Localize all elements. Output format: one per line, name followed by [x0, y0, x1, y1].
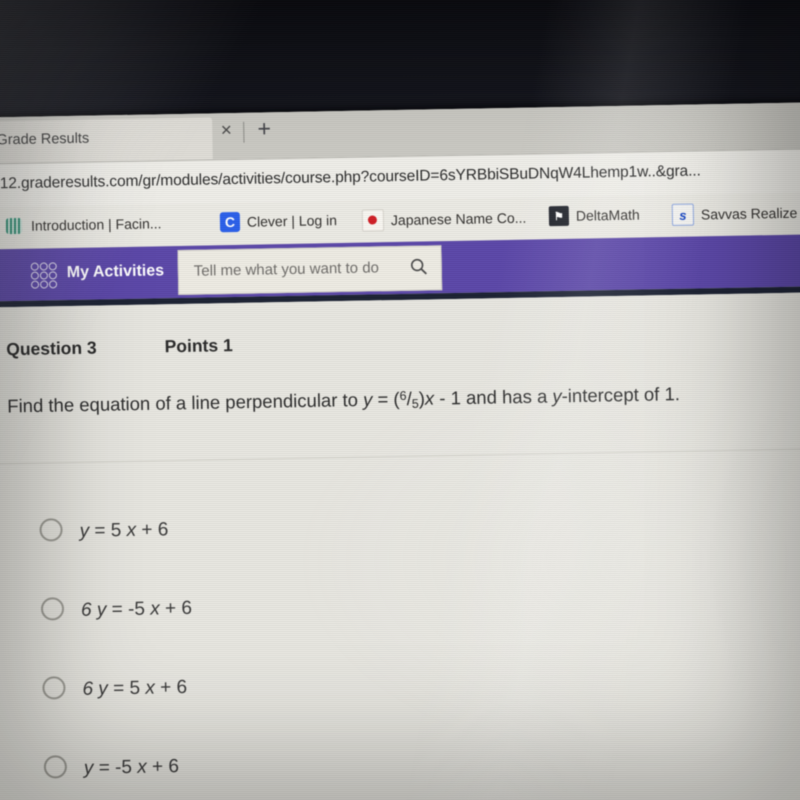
answer-lhs: y — [83, 757, 94, 779]
bookmark-label: Japanese Name Co... — [390, 209, 527, 229]
bookmark-label: Savvas Realize — [700, 204, 798, 223]
question-panel: Question 3 Points 1 Find the equation of… — [0, 291, 800, 800]
answer-lhs: 6 y — [82, 677, 109, 700]
facing-history-icon — [4, 216, 24, 236]
answer-option-c[interactable]: 6 y = 5 x + 6 — [0, 635, 800, 730]
question-var-y: y — [362, 388, 373, 410]
bookmark-label: Introduction | Facin... — [30, 215, 162, 234]
answer-lhs: 6 y — [80, 598, 107, 621]
my-activities-link[interactable]: My Activities — [67, 262, 165, 282]
answer-option-d[interactable]: y = -5 x + 6 — [0, 714, 800, 800]
answer-option-b[interactable]: 6 y = -5 x + 6 — [0, 556, 800, 651]
close-tab-icon[interactable]: × — [215, 120, 237, 141]
answer-lhs: y — [79, 520, 90, 542]
bookmark-deltamath[interactable]: ⚑ DeltaMath — [548, 205, 640, 227]
deltamath-icon: ⚑ — [548, 205, 570, 227]
question-equals: = ( — [372, 388, 400, 410]
radio-button[interactable] — [40, 597, 65, 621]
bookmark-introduction-facing[interactable]: Introduction | Facin... — [4, 213, 162, 236]
answer-var-x: x — [126, 519, 137, 541]
fraction-six-fifths: 6/5 — [399, 378, 419, 422]
japan-flag-icon — [361, 209, 385, 232]
answer-var-x: x — [137, 756, 147, 778]
answer-tail: + 6 — [135, 518, 169, 541]
answer-operator: = -5 — [93, 756, 138, 779]
radio-button[interactable] — [43, 755, 68, 779]
radio-button[interactable] — [42, 676, 66, 700]
search-placeholder: Tell me what you want to do — [193, 259, 380, 280]
question-points: Points 1 — [164, 335, 233, 357]
answer-option-text: 6 y = -5 x + 6 — [81, 597, 192, 621]
new-tab-icon[interactable]: + — [252, 115, 276, 141]
bookmark-label: Clever | Log in — [246, 212, 338, 230]
question-header: Question 3 Points 1 — [6, 335, 233, 360]
search-icon — [410, 258, 427, 275]
radio-button[interactable] — [39, 518, 63, 542]
question-text-part2: - 1 and has a — [433, 385, 553, 409]
photo-of-screen: ::Grade Results × + scsk12.graderesults.… — [0, 0, 800, 800]
section-divider — [0, 447, 800, 465]
bookmark-japanese-name[interactable]: Japanese Name Co... — [361, 207, 527, 232]
answer-option-text: 6 y = 5 x + 6 — [82, 676, 187, 700]
grid-apps-icon[interactable] — [30, 262, 58, 289]
url-text: scsk12.graderesults.com/gr/modules/activ… — [0, 162, 701, 193]
answer-tail: + 6 — [159, 597, 193, 619]
question-var-x: x — [424, 387, 435, 409]
question-text-part1: Find the equation of a line perpendicula… — [7, 388, 364, 417]
bookmark-savvas-realize[interactable]: s Savvas Realize — [671, 202, 798, 226]
answer-option-text: y = -5 x + 6 — [84, 756, 179, 780]
tab-separator — [243, 121, 245, 143]
answer-operator: = 5 — [107, 677, 146, 699]
bookmark-label: DeltaMath — [575, 206, 640, 224]
answer-tail: + 6 — [146, 755, 180, 778]
browser-window: ::Grade Results × + scsk12.graderesults.… — [0, 101, 800, 800]
bookmark-clever-login[interactable]: C Clever | Log in — [219, 210, 338, 233]
question-text: Find the equation of a line perpendicula… — [7, 371, 798, 430]
browser-tab[interactable]: ::Grade Results — [0, 117, 213, 164]
search-input[interactable]: Tell me what you want to do — [177, 245, 443, 296]
answer-operator: = -5 — [106, 598, 151, 620]
tab-title: ::Grade Results — [0, 130, 90, 149]
answer-var-x: x — [150, 597, 160, 620]
question-number: Question 3 — [6, 337, 97, 360]
answer-tail: + 6 — [154, 676, 188, 699]
answer-option-a[interactable]: y = 5 x + 6 — [0, 477, 800, 572]
savvas-icon: s — [671, 203, 695, 226]
answer-choices: y = 5 x + 6 6 y = -5 x + 6 6 y = 5 x + 6… — [0, 477, 800, 800]
question-text-part3: -intercept of 1. — [561, 383, 681, 407]
answer-operator: = 5 — [88, 519, 127, 542]
answer-option-text: y = 5 x + 6 — [79, 519, 168, 543]
clever-icon: C — [219, 211, 241, 233]
